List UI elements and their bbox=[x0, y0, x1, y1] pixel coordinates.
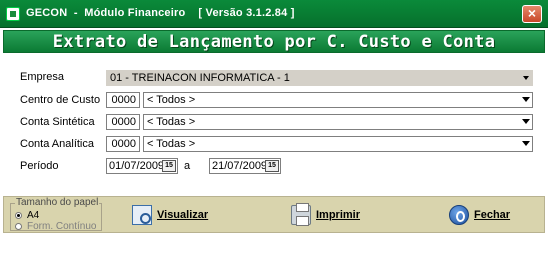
conta-sintetica-label: Conta Sintética bbox=[20, 116, 95, 128]
fechar-button[interactable]: Fechar bbox=[449, 203, 510, 227]
empresa-label: Empresa bbox=[20, 71, 65, 83]
printer-icon bbox=[291, 203, 311, 226]
periodo-to-input[interactable]: 21/07/2009 15 bbox=[209, 158, 281, 174]
paper-option-continuo-label: Form. Contínuo bbox=[27, 221, 97, 232]
radio-unselected-icon[interactable] bbox=[15, 223, 22, 230]
power-icon bbox=[449, 205, 469, 225]
periodo-separator: a bbox=[184, 160, 191, 172]
calendar-icon[interactable]: 15 bbox=[265, 160, 279, 172]
empresa-value: 01 - TREINACON INFORMATICA - 1 bbox=[110, 72, 290, 84]
paper-size-title: Tamanho do papel bbox=[15, 197, 100, 208]
conta-analitica-code-input[interactable]: 0000 bbox=[106, 136, 140, 152]
conta-analitica-value: < Todas > bbox=[147, 138, 196, 150]
imprimir-label: Imprimir bbox=[316, 209, 361, 221]
chevron-down-icon[interactable] bbox=[522, 141, 530, 146]
conta-analitica-label: Conta Analítica bbox=[20, 138, 94, 150]
calendar-icon[interactable]: 15 bbox=[162, 160, 176, 172]
window-titlebar: GECON - Módulo Financeiro [ Versão 3.1.2… bbox=[0, 0, 548, 28]
window-title: GECON - Módulo Financeiro [ Versão 3.1.2… bbox=[26, 7, 295, 19]
conta-sintetica-code-input[interactable]: 0000 bbox=[106, 114, 140, 130]
paper-option-a4-label: A4 bbox=[27, 210, 40, 221]
conta-analitica-select[interactable]: < Todas > bbox=[143, 136, 533, 152]
chevron-down-icon[interactable] bbox=[522, 97, 530, 102]
periodo-label: Período bbox=[20, 160, 59, 172]
magnifier-document-icon bbox=[132, 205, 152, 225]
chevron-down-icon[interactable] bbox=[523, 76, 529, 80]
report-title: Extrato de Lançamento por C. Custo e Con… bbox=[52, 32, 496, 52]
report-banner: Extrato de Lançamento por C. Custo e Con… bbox=[3, 30, 545, 53]
centro-custo-value: < Todos > bbox=[147, 94, 196, 106]
radio-selected-icon[interactable] bbox=[15, 212, 22, 219]
app-icon bbox=[6, 7, 20, 21]
centro-custo-code-input[interactable]: 0000 bbox=[106, 92, 140, 108]
conta-sintetica-select[interactable]: < Todas > bbox=[143, 114, 533, 130]
footer: Tamanho do papel A4 Form. Contínuo Visua… bbox=[0, 196, 548, 253]
periodo-to-value: 21/07/2009 bbox=[212, 160, 268, 172]
action-toolbar: Tamanho do papel A4 Form. Contínuo Visua… bbox=[3, 196, 545, 233]
periodo-from-input[interactable]: 01/07/2009 15 bbox=[106, 158, 178, 174]
imprimir-button[interactable]: Imprimir bbox=[291, 203, 360, 227]
fechar-label: Fechar bbox=[474, 209, 511, 221]
empresa-select[interactable]: 01 - TREINACON INFORMATICA - 1 bbox=[106, 70, 533, 86]
centro-custo-label: Centro de Custo bbox=[20, 94, 101, 106]
paper-option-a4[interactable]: A4 bbox=[15, 210, 39, 221]
status-bar bbox=[3, 235, 545, 249]
close-window-button[interactable]: × bbox=[522, 5, 542, 23]
conta-sintetica-value: < Todas > bbox=[147, 116, 196, 128]
visualizar-button[interactable]: Visualizar bbox=[132, 203, 208, 227]
paper-option-continuo[interactable]: Form. Contínuo bbox=[15, 221, 96, 232]
filter-form: Empresa 01 - TREINACON INFORMATICA - 1 C… bbox=[0, 54, 548, 194]
visualizar-label: Visualizar bbox=[157, 209, 209, 221]
centro-custo-select[interactable]: < Todos > bbox=[143, 92, 533, 108]
periodo-from-value: 01/07/2009 bbox=[109, 160, 165, 172]
chevron-down-icon[interactable] bbox=[522, 119, 530, 124]
paper-size-group: Tamanho do papel A4 Form. Contínuo bbox=[10, 197, 102, 232]
